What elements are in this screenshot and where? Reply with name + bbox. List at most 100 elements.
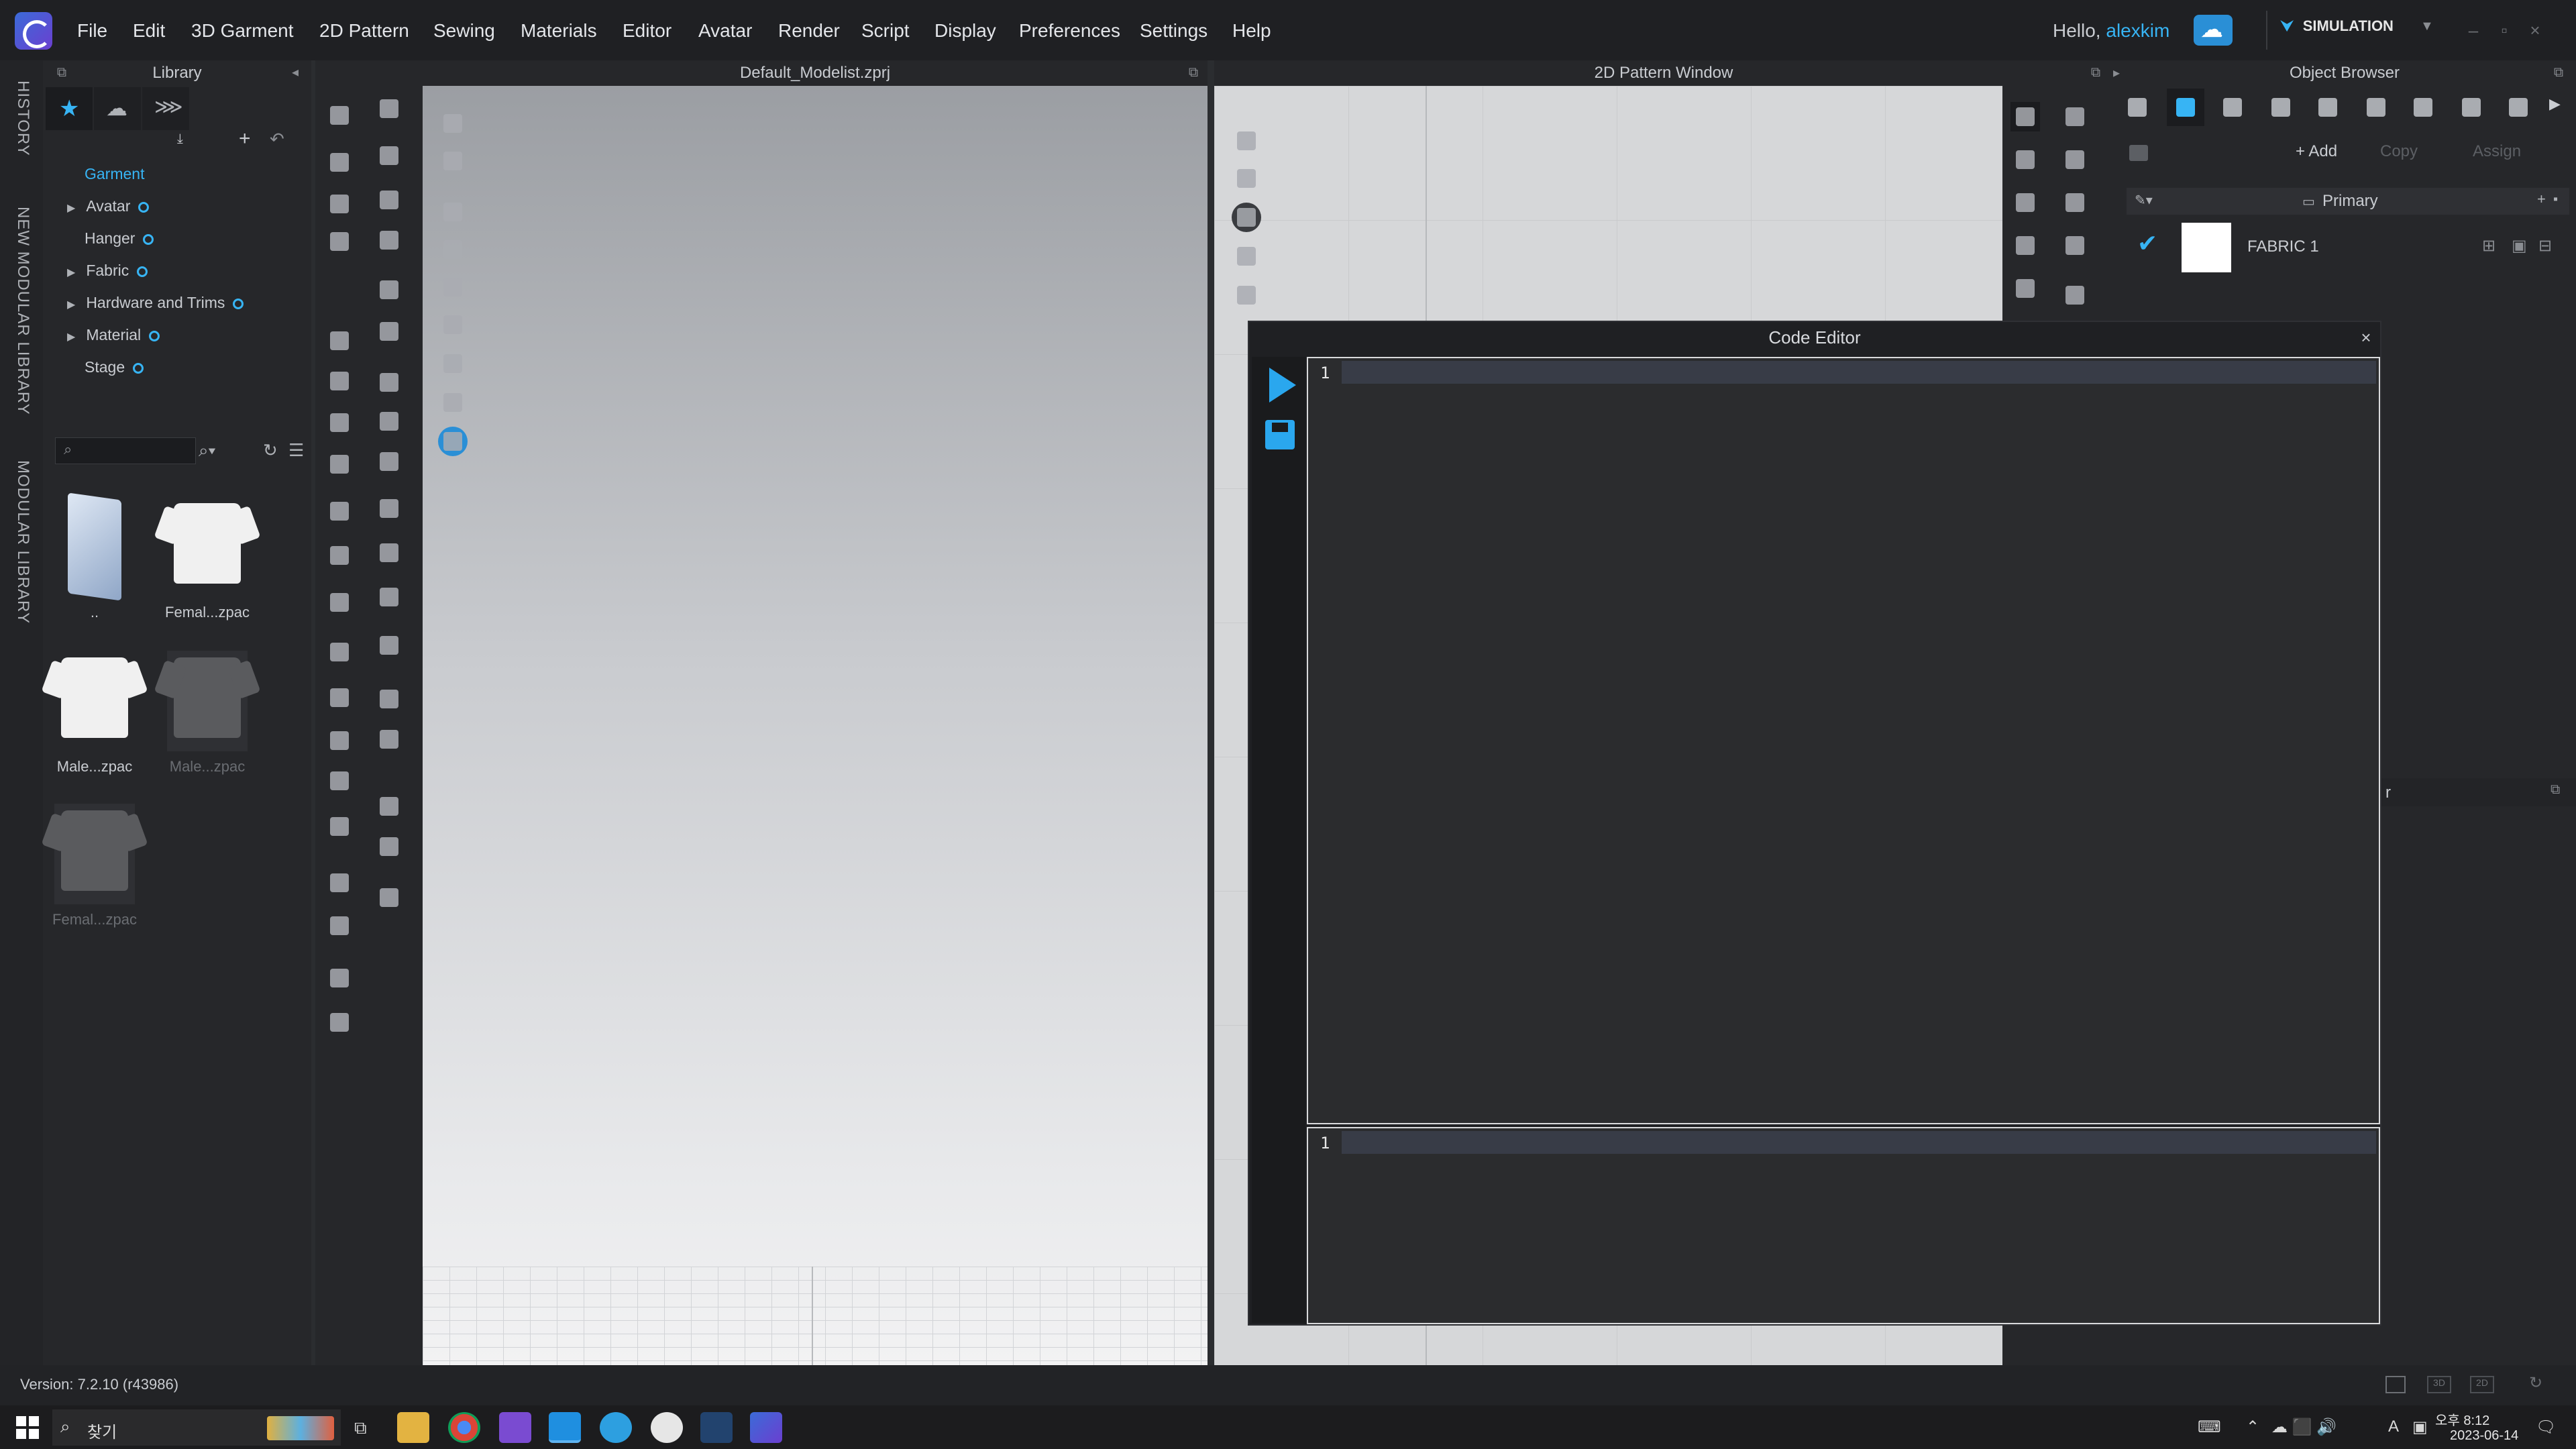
- sew-tool-icon[interactable]: [325, 189, 354, 219]
- zipper-tab-icon[interactable]: [2453, 89, 2490, 126]
- cloud-tab[interactable]: ☁: [94, 87, 141, 130]
- tree-item-material[interactable]: ▶ Material: [67, 326, 160, 344]
- add-fabric-icon[interactable]: ⊞: [2482, 236, 2496, 256]
- tree-item-avatar[interactable]: ▶ Avatar: [67, 197, 150, 215]
- mode-selector[interactable]: ⮟ SIMULATION: [2281, 17, 2435, 44]
- tree-item-hanger[interactable]: Hanger: [85, 229, 154, 248]
- collapse-icon[interactable]: ◂: [286, 63, 305, 82]
- add-point-tool-icon[interactable]: [374, 368, 404, 397]
- task-view-icon[interactable]: ⧉: [346, 1412, 378, 1443]
- file-explorer-icon[interactable]: [397, 1412, 429, 1443]
- figure-tool-icon[interactable]: [325, 766, 354, 796]
- folder-icon[interactable]: ▪: [2553, 192, 2558, 207]
- tack-tool-icon[interactable]: [325, 326, 354, 356]
- edit-icon[interactable]: ✎▾: [2135, 192, 2153, 209]
- back-icon[interactable]: ↶: [270, 129, 284, 150]
- puckering-tab-icon[interactable]: [2500, 89, 2537, 126]
- menu-script[interactable]: Script: [861, 20, 910, 42]
- visual-studio-icon[interactable]: [499, 1412, 531, 1443]
- expand-arrow-icon[interactable]: ▶: [67, 299, 75, 311]
- user-greeting[interactable]: Hello, alexkim: [2053, 20, 2169, 42]
- cloud-sync-icon[interactable]: [2194, 15, 2233, 46]
- menu-file[interactable]: File: [77, 20, 107, 42]
- close-icon[interactable]: ×: [2355, 326, 2377, 349]
- menu-3d-garment[interactable]: 3D Garment: [191, 20, 294, 42]
- tray-icons[interactable]: ☁ ⬛ 🔊: [2271, 1417, 2337, 1437]
- patch-tool-icon[interactable]: [374, 724, 404, 754]
- colorway-row[interactable]: ✎▾ ▭ Primary + ▪: [2127, 188, 2569, 215]
- menu-editor[interactable]: Editor: [623, 20, 672, 42]
- add-icon[interactable]: +: [239, 127, 251, 150]
- ime-indicator[interactable]: A: [2388, 1417, 2399, 1436]
- buttonhole-tool-icon[interactable]: [374, 538, 404, 568]
- pattern-piece-icon[interactable]: [1232, 241, 1261, 271]
- shirt-tool-icon[interactable]: [325, 637, 354, 667]
- 3d-view-icon[interactable]: 3D: [2427, 1376, 2451, 1393]
- button-tool-icon[interactable]: [374, 494, 404, 523]
- line-tool-icon[interactable]: [325, 868, 354, 898]
- cut-tool-icon[interactable]: [374, 275, 404, 305]
- trace-icon[interactable]: [2010, 274, 2040, 303]
- tab-new-modular-library[interactable]: NEW MODULAR LIBRARY: [13, 207, 32, 415]
- fold-tool-icon[interactable]: [325, 683, 354, 712]
- maximize-icon[interactable]: ▫: [2494, 20, 2514, 40]
- 3d-viewport[interactable]: [423, 86, 1208, 1365]
- select-move-tool-icon[interactable]: [325, 101, 354, 130]
- download-icon[interactable]: ⤓: [177, 131, 183, 147]
- expand-arrow-icon[interactable]: ▶: [67, 267, 75, 278]
- connect-tab[interactable]: ⋙: [142, 87, 189, 130]
- topstitch-tab-icon[interactable]: [2309, 89, 2347, 126]
- thumbnail-item[interactable]: ..: [44, 492, 145, 631]
- pattern-select-icon[interactable]: [2010, 102, 2040, 131]
- library-search-input[interactable]: ⌕: [55, 437, 196, 464]
- console-output-area[interactable]: 1: [1307, 1127, 2380, 1324]
- pen-tool-icon[interactable]: [325, 496, 354, 526]
- block-tool-icon[interactable]: [374, 832, 404, 861]
- info-icon[interactable]: [1232, 203, 1261, 232]
- texture-surface-icon[interactable]: [438, 197, 468, 227]
- ime-mode-icon[interactable]: ▣: [2412, 1417, 2428, 1437]
- 2d-view-icon[interactable]: 2D: [2470, 1376, 2494, 1393]
- trim-tab-icon[interactable]: [2404, 89, 2442, 126]
- menu-display[interactable]: Display: [934, 20, 996, 42]
- globe-icon[interactable]: [438, 427, 468, 456]
- chrome-icon[interactable]: [448, 1412, 480, 1443]
- expand-arrow-icon[interactable]: ▶: [67, 203, 75, 214]
- app-blue-icon[interactable]: [600, 1412, 632, 1443]
- search-options-icon[interactable]: ⌕▾: [199, 440, 215, 462]
- fabric-swatch[interactable]: [2182, 223, 2231, 272]
- menu-sewing[interactable]: Sewing: [433, 20, 495, 42]
- thumbnail-item[interactable]: Femal...zpac: [157, 496, 258, 631]
- steam-tool-icon[interactable]: [325, 449, 354, 479]
- show-hidden-icons[interactable]: ⌃: [2246, 1417, 2259, 1437]
- display-avatar-icon[interactable]: [438, 109, 468, 138]
- notification-icon[interactable]: 🗨: [2536, 1417, 2556, 1437]
- app-logo-icon[interactable]: [15, 12, 52, 50]
- refresh-icon[interactable]: ↻: [263, 440, 278, 461]
- popout-icon[interactable]: ⧉: [2549, 63, 2568, 82]
- list-view-icon[interactable]: ☰: [288, 440, 304, 461]
- minimize-icon[interactable]: –: [2463, 20, 2483, 40]
- pattern-grade-icon[interactable]: [1232, 280, 1261, 310]
- clo-app-icon[interactable]: [750, 1412, 782, 1443]
- username[interactable]: alexkim: [2106, 20, 2169, 41]
- menu-avatar[interactable]: Avatar: [698, 20, 752, 42]
- dropdown-arrow-icon[interactable]: ▼: [2420, 19, 2434, 34]
- tab-modular-library[interactable]: MODULAR LIBRARY: [13, 460, 32, 624]
- menu-materials[interactable]: Materials: [521, 20, 597, 42]
- thickness-icon[interactable]: [438, 235, 468, 264]
- fabric-list-item[interactable]: ✔ FABRIC 1 ⊞ ▣ ⊟: [2127, 216, 2569, 276]
- zipper-tool-icon[interactable]: [325, 726, 354, 755]
- close-icon[interactable]: ×: [2525, 20, 2545, 40]
- menu-help[interactable]: Help: [1232, 20, 1271, 42]
- pattern-tab-icon[interactable]: [2214, 89, 2251, 126]
- scene-list-icon[interactable]: [2118, 89, 2156, 126]
- knife-tool-icon[interactable]: [374, 317, 404, 346]
- snap-tool-icon[interactable]: [374, 582, 404, 612]
- piping-tool-icon[interactable]: [374, 684, 404, 714]
- popout-icon[interactable]: ⧉: [2086, 63, 2105, 82]
- copy-button[interactable]: Copy: [2380, 142, 2418, 169]
- add-colorway-icon[interactable]: +: [2537, 191, 2546, 208]
- polygon-icon[interactable]: [2010, 188, 2040, 217]
- thumbnail-item[interactable]: Male...zpac: [157, 651, 258, 785]
